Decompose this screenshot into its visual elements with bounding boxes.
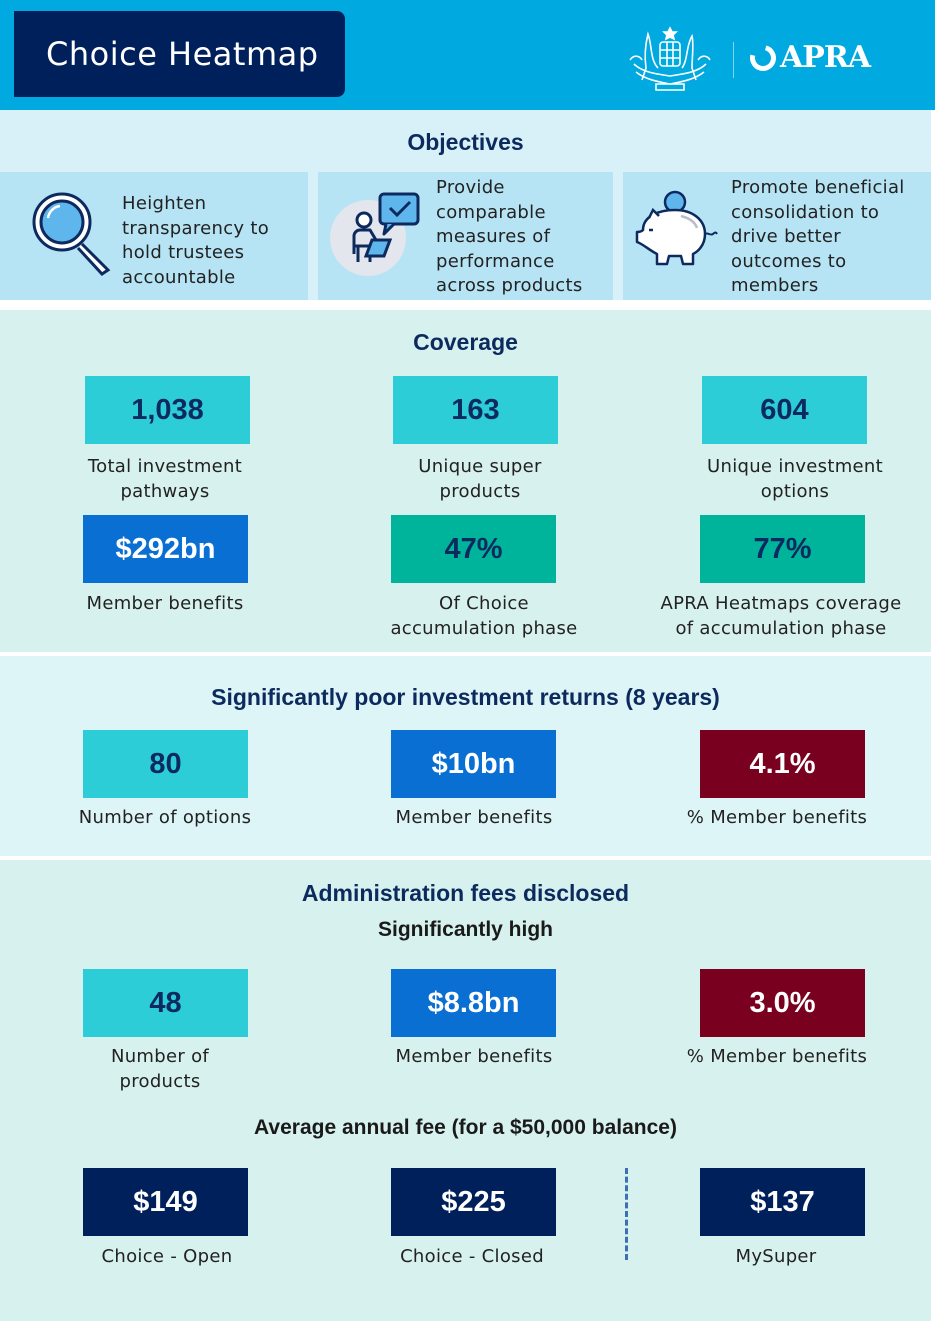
stat-label: % Member benefits [686, 807, 868, 828]
coverage-section: Coverage 1,038 Total investment pathways … [0, 310, 931, 652]
stat-number-of-products: 48 [83, 969, 248, 1037]
stat-heatmaps-coverage: 77% [700, 515, 865, 583]
coat-of-arms-icon [629, 26, 711, 91]
admin-fees-section: Administration fees disclosed Significan… [0, 860, 931, 1321]
admin-fees-subtitle: Significantly high [377, 918, 553, 941]
stat-pct-member-benefits: 3.0% [700, 969, 865, 1037]
avg-fee-mysuper: $137 [700, 1168, 865, 1236]
apra-ring-icon [745, 39, 781, 76]
stat-label: Unique super products [418, 456, 542, 502]
apra-logo-text: APRA [780, 40, 871, 75]
stat-label: Number of products [110, 1046, 210, 1092]
piggy-bank-icon [635, 190, 718, 266]
header-banner: Choice Heatmap APRA [0, 0, 935, 110]
avg-fee-label: Choice - Closed [400, 1246, 544, 1267]
objective-card: Heighten transparency to hold trustees a… [0, 172, 308, 300]
stat-number-of-options: 80 [83, 730, 248, 798]
magnifying-glass-icon [32, 192, 111, 276]
objective-card: Promote beneficial consolidation to driv… [623, 172, 931, 300]
objectives-title: Objectives [407, 129, 524, 155]
stat-member-benefits: $292bn [83, 515, 248, 583]
stat-label: Total investment pathways [87, 456, 243, 502]
stat-label: Of Choice accumulation phase [390, 593, 578, 639]
avg-fee-choice-open: $149 [83, 1168, 248, 1236]
poor-returns-section: Significantly poor investment returns (8… [0, 656, 931, 856]
avg-fee-choice-closed: $225 [391, 1168, 556, 1236]
stat-pct-member-benefits: 4.1% [700, 730, 865, 798]
stat-total-pathways: 1,038 [85, 376, 250, 444]
stat-label: Member benefits [86, 593, 244, 614]
objective-text: Provide comparable measures of performan… [436, 177, 583, 296]
title-box: Choice Heatmap [14, 11, 345, 97]
stat-unique-products: 163 [393, 376, 558, 444]
poor-returns-title: Significantly poor investment returns (8… [211, 684, 720, 710]
stat-unique-options: 604 [702, 376, 867, 444]
objective-card: Provide comparable measures of performan… [318, 172, 613, 300]
avg-fee-title: Average annual fee (for a $50,000 balanc… [254, 1116, 677, 1139]
apra-logo: APRA [745, 39, 871, 76]
stat-member-benefits: $8.8bn [391, 969, 556, 1037]
mysuper-divider [625, 1168, 628, 1260]
stat-choice-accumulation: 47% [391, 515, 556, 583]
avg-fee-label: MySuper [735, 1246, 817, 1267]
objective-text: Heighten transparency to hold trustees a… [122, 193, 270, 288]
stat-label: APRA Heatmaps coverage of accumulation ph… [660, 593, 902, 639]
stat-label: Member benefits [395, 1046, 553, 1067]
page-title: Choice Heatmap [46, 35, 319, 73]
stat-label: Member benefits [395, 807, 553, 828]
stat-label: Number of options [78, 807, 252, 828]
objective-text: Promote beneficial consolidation to driv… [731, 177, 905, 296]
objectives-section: Objectives Heighten transparency to hold… [0, 110, 931, 300]
stat-member-benefits: $10bn [391, 730, 556, 798]
logo-divider [733, 42, 734, 78]
coverage-title: Coverage [413, 329, 518, 355]
stat-label: % Member benefits [686, 1046, 868, 1067]
admin-fees-title: Administration fees disclosed [301, 880, 630, 906]
stat-label: Unique investment options [707, 456, 883, 502]
person-checkmark-icon [330, 192, 420, 276]
avg-fee-label: Choice - Open [101, 1246, 233, 1267]
